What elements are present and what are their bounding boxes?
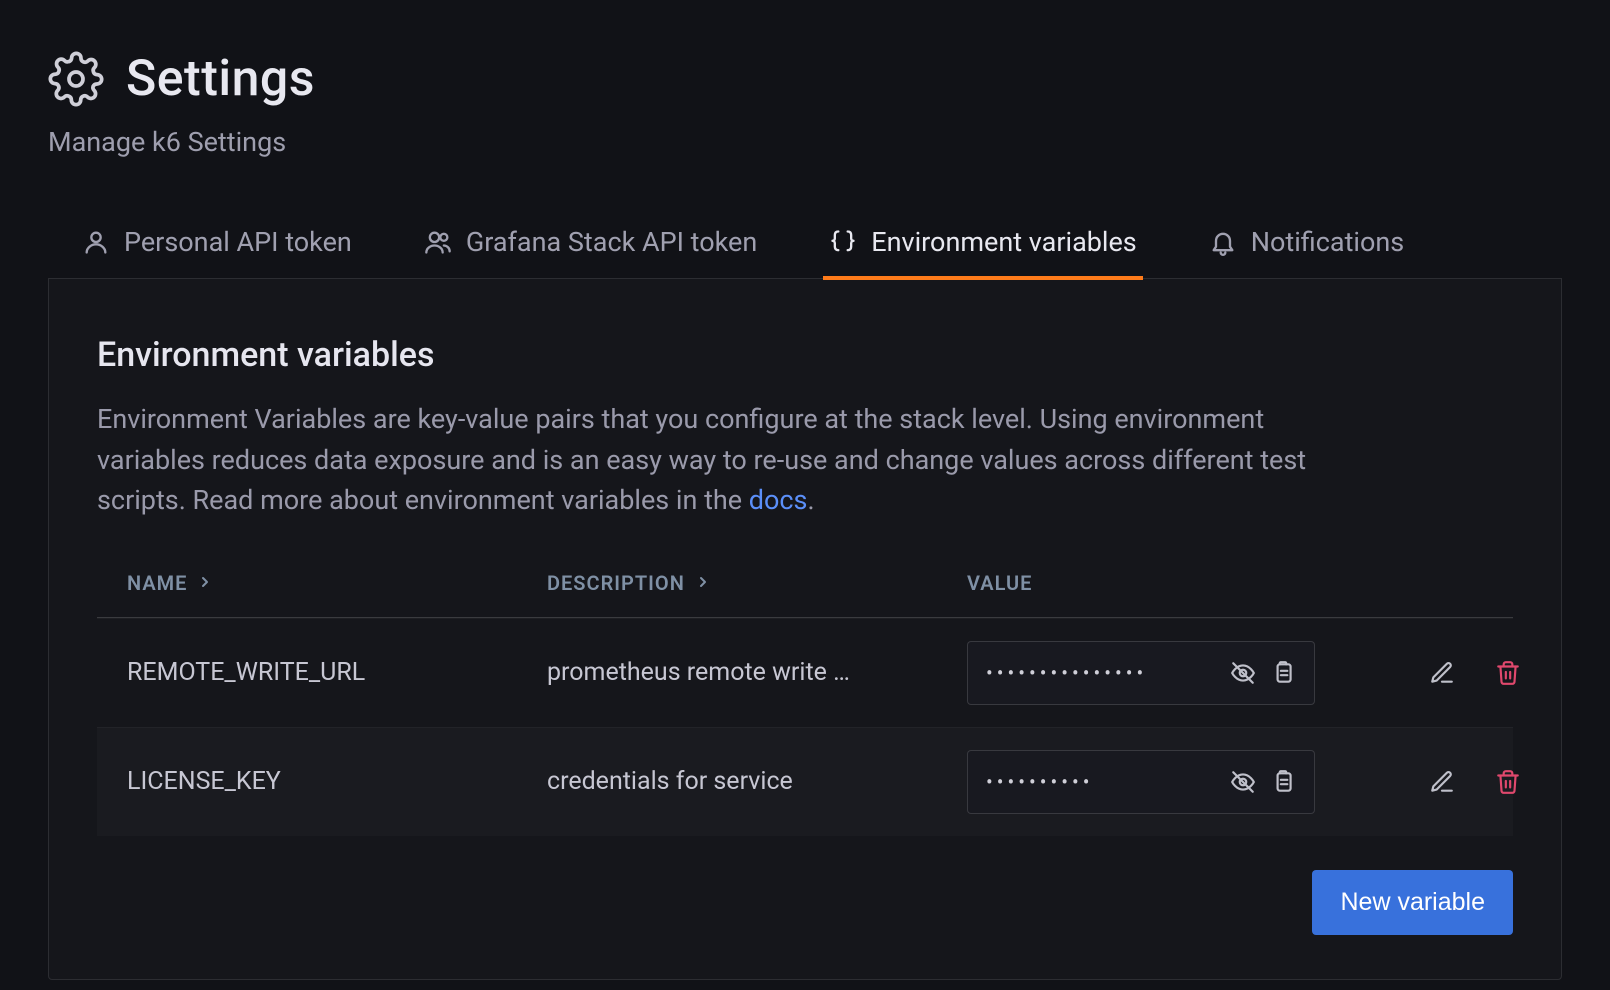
tab-notifications[interactable]: Notifications: [1203, 218, 1410, 280]
docs-link[interactable]: docs: [749, 484, 808, 516]
column-header-value: VALUE: [967, 571, 1327, 595]
column-header-label: VALUE: [967, 571, 1032, 595]
trash-icon[interactable]: [1495, 660, 1521, 686]
table-header-row: NAME DESCRIPTION VALUE: [97, 571, 1513, 618]
panel-desc-suffix: .: [808, 484, 815, 516]
clipboard-icon[interactable]: [1270, 660, 1296, 686]
tab-label: Environment variables: [871, 226, 1136, 258]
tabs: Personal API token Grafana Stack API tok…: [48, 216, 1562, 279]
chevron-right-icon: [695, 571, 711, 595]
column-header-label: DESCRIPTION: [547, 571, 685, 595]
panel-footer: New variable: [97, 870, 1513, 935]
edit-icon[interactable]: [1429, 660, 1455, 686]
tab-environment-variables[interactable]: Environment variables: [823, 218, 1142, 280]
gear-icon: [48, 51, 104, 107]
bell-icon: [1209, 228, 1237, 256]
panel-description: Environment Variables are key-value pair…: [97, 399, 1357, 521]
trash-icon[interactable]: [1495, 769, 1521, 795]
tab-label: Personal API token: [124, 226, 352, 258]
users-icon: [424, 228, 452, 256]
var-name: REMOTE_WRITE_URL: [127, 658, 547, 687]
edit-icon[interactable]: [1429, 769, 1455, 795]
tab-label: Grafana Stack API token: [466, 226, 757, 258]
column-header-name[interactable]: NAME: [127, 571, 547, 595]
panel-desc-text: Environment Variables are key-value pair…: [97, 403, 1306, 516]
eye-off-icon[interactable]: [1230, 660, 1256, 686]
value-box: ••••••••••: [967, 750, 1315, 814]
var-description: prometheus remote write …: [547, 658, 967, 687]
braces-icon: [829, 228, 857, 256]
panel-title: Environment variables: [97, 335, 1513, 375]
table-row: LICENSE_KEY credentials for service ••••…: [97, 727, 1513, 836]
tab-grafana-stack-api-token[interactable]: Grafana Stack API token: [418, 218, 763, 280]
table-body: REMOTE_WRITE_URL prometheus remote write…: [97, 618, 1513, 836]
column-header-description[interactable]: DESCRIPTION: [547, 571, 967, 595]
user-icon: [82, 228, 110, 256]
row-actions: [1327, 660, 1527, 686]
value-box: •••••••••••••••: [967, 641, 1315, 705]
var-name: LICENSE_KEY: [127, 767, 547, 796]
env-variables-panel: Environment variables Environment Variab…: [48, 278, 1562, 980]
page-subtitle: Manage k6 Settings: [48, 126, 1562, 158]
new-variable-button[interactable]: New variable: [1312, 870, 1513, 935]
var-description: credentials for service: [547, 767, 967, 796]
page-header: Settings: [48, 50, 1562, 108]
tab-personal-api-token[interactable]: Personal API token: [76, 218, 358, 280]
masked-value: ••••••••••: [986, 770, 1220, 794]
table-row: REMOTE_WRITE_URL prometheus remote write…: [97, 618, 1513, 727]
column-header-label: NAME: [127, 571, 187, 595]
tab-label: Notifications: [1251, 226, 1404, 258]
page-title: Settings: [126, 50, 315, 108]
masked-value: •••••••••••••••: [986, 661, 1220, 685]
eye-off-icon[interactable]: [1230, 769, 1256, 795]
chevron-right-icon: [197, 571, 213, 595]
clipboard-icon[interactable]: [1270, 769, 1296, 795]
row-actions: [1327, 769, 1527, 795]
env-variables-table: NAME DESCRIPTION VALUE: [97, 571, 1513, 836]
